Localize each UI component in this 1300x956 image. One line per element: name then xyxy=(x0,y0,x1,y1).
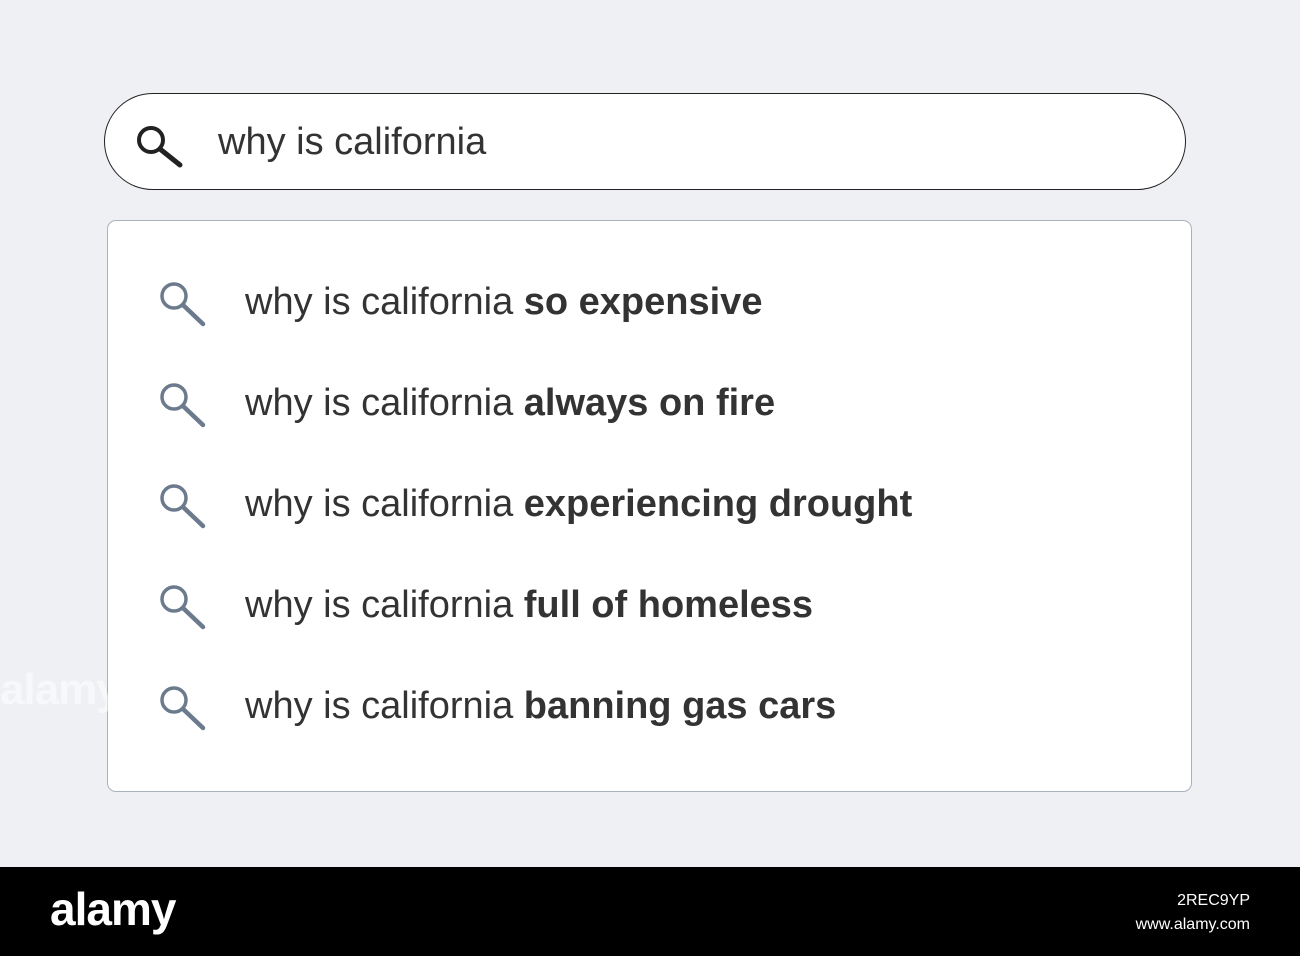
search-input[interactable] xyxy=(218,116,1118,168)
suggestion-item[interactable]: why is california experiencing drought xyxy=(108,451,1191,551)
suggestion-prefix: why is california xyxy=(245,382,524,424)
search-icon xyxy=(158,684,210,734)
suggestion-text: why is california experiencing drought xyxy=(245,485,912,523)
suggestion-text: why is california banning gas cars xyxy=(245,687,836,725)
footer-meta: 2REC9YP www.alamy.com xyxy=(1136,889,1250,937)
suggestion-completion: experiencing drought xyxy=(523,483,913,525)
watermark: alamy xyxy=(0,665,121,714)
suggestion-completion: banning gas cars xyxy=(523,685,837,727)
site-url: www.alamy.com xyxy=(1135,916,1250,933)
suggestion-dropdown: why is california so expensive why is ca… xyxy=(107,220,1192,792)
suggestion-completion: always on fire xyxy=(523,382,776,424)
suggestion-text: why is california full of homeless xyxy=(245,586,813,624)
suggestion-text: why is california always on fire xyxy=(245,384,775,422)
suggestion-item[interactable]: why is california full of homeless xyxy=(108,552,1191,652)
image-id: 2REC9YP xyxy=(1177,892,1250,909)
suggestion-prefix: why is california xyxy=(245,584,524,626)
brand-logo: alamy xyxy=(50,883,176,935)
suggestion-item[interactable]: why is california banning gas cars xyxy=(108,653,1191,753)
search-icon xyxy=(158,280,210,330)
search-icon xyxy=(158,482,210,532)
suggestion-item[interactable]: why is california so expensive xyxy=(108,249,1191,349)
suggestion-item[interactable]: why is california always on fire xyxy=(108,350,1191,450)
suggestion-prefix: why is california xyxy=(245,281,524,323)
search-icon xyxy=(158,583,210,633)
suggestion-completion: so expensive xyxy=(523,281,763,323)
search-bar[interactable] xyxy=(104,93,1186,190)
search-icon xyxy=(158,381,210,431)
suggestion-prefix: why is california xyxy=(245,685,524,727)
search-icon[interactable] xyxy=(135,124,187,168)
footer-bar: alamy 2REC9YP www.alamy.com xyxy=(0,867,1300,956)
suggestion-prefix: why is california xyxy=(245,483,524,525)
suggestion-completion: full of homeless xyxy=(523,584,814,626)
suggestion-text: why is california so expensive xyxy=(245,283,762,321)
